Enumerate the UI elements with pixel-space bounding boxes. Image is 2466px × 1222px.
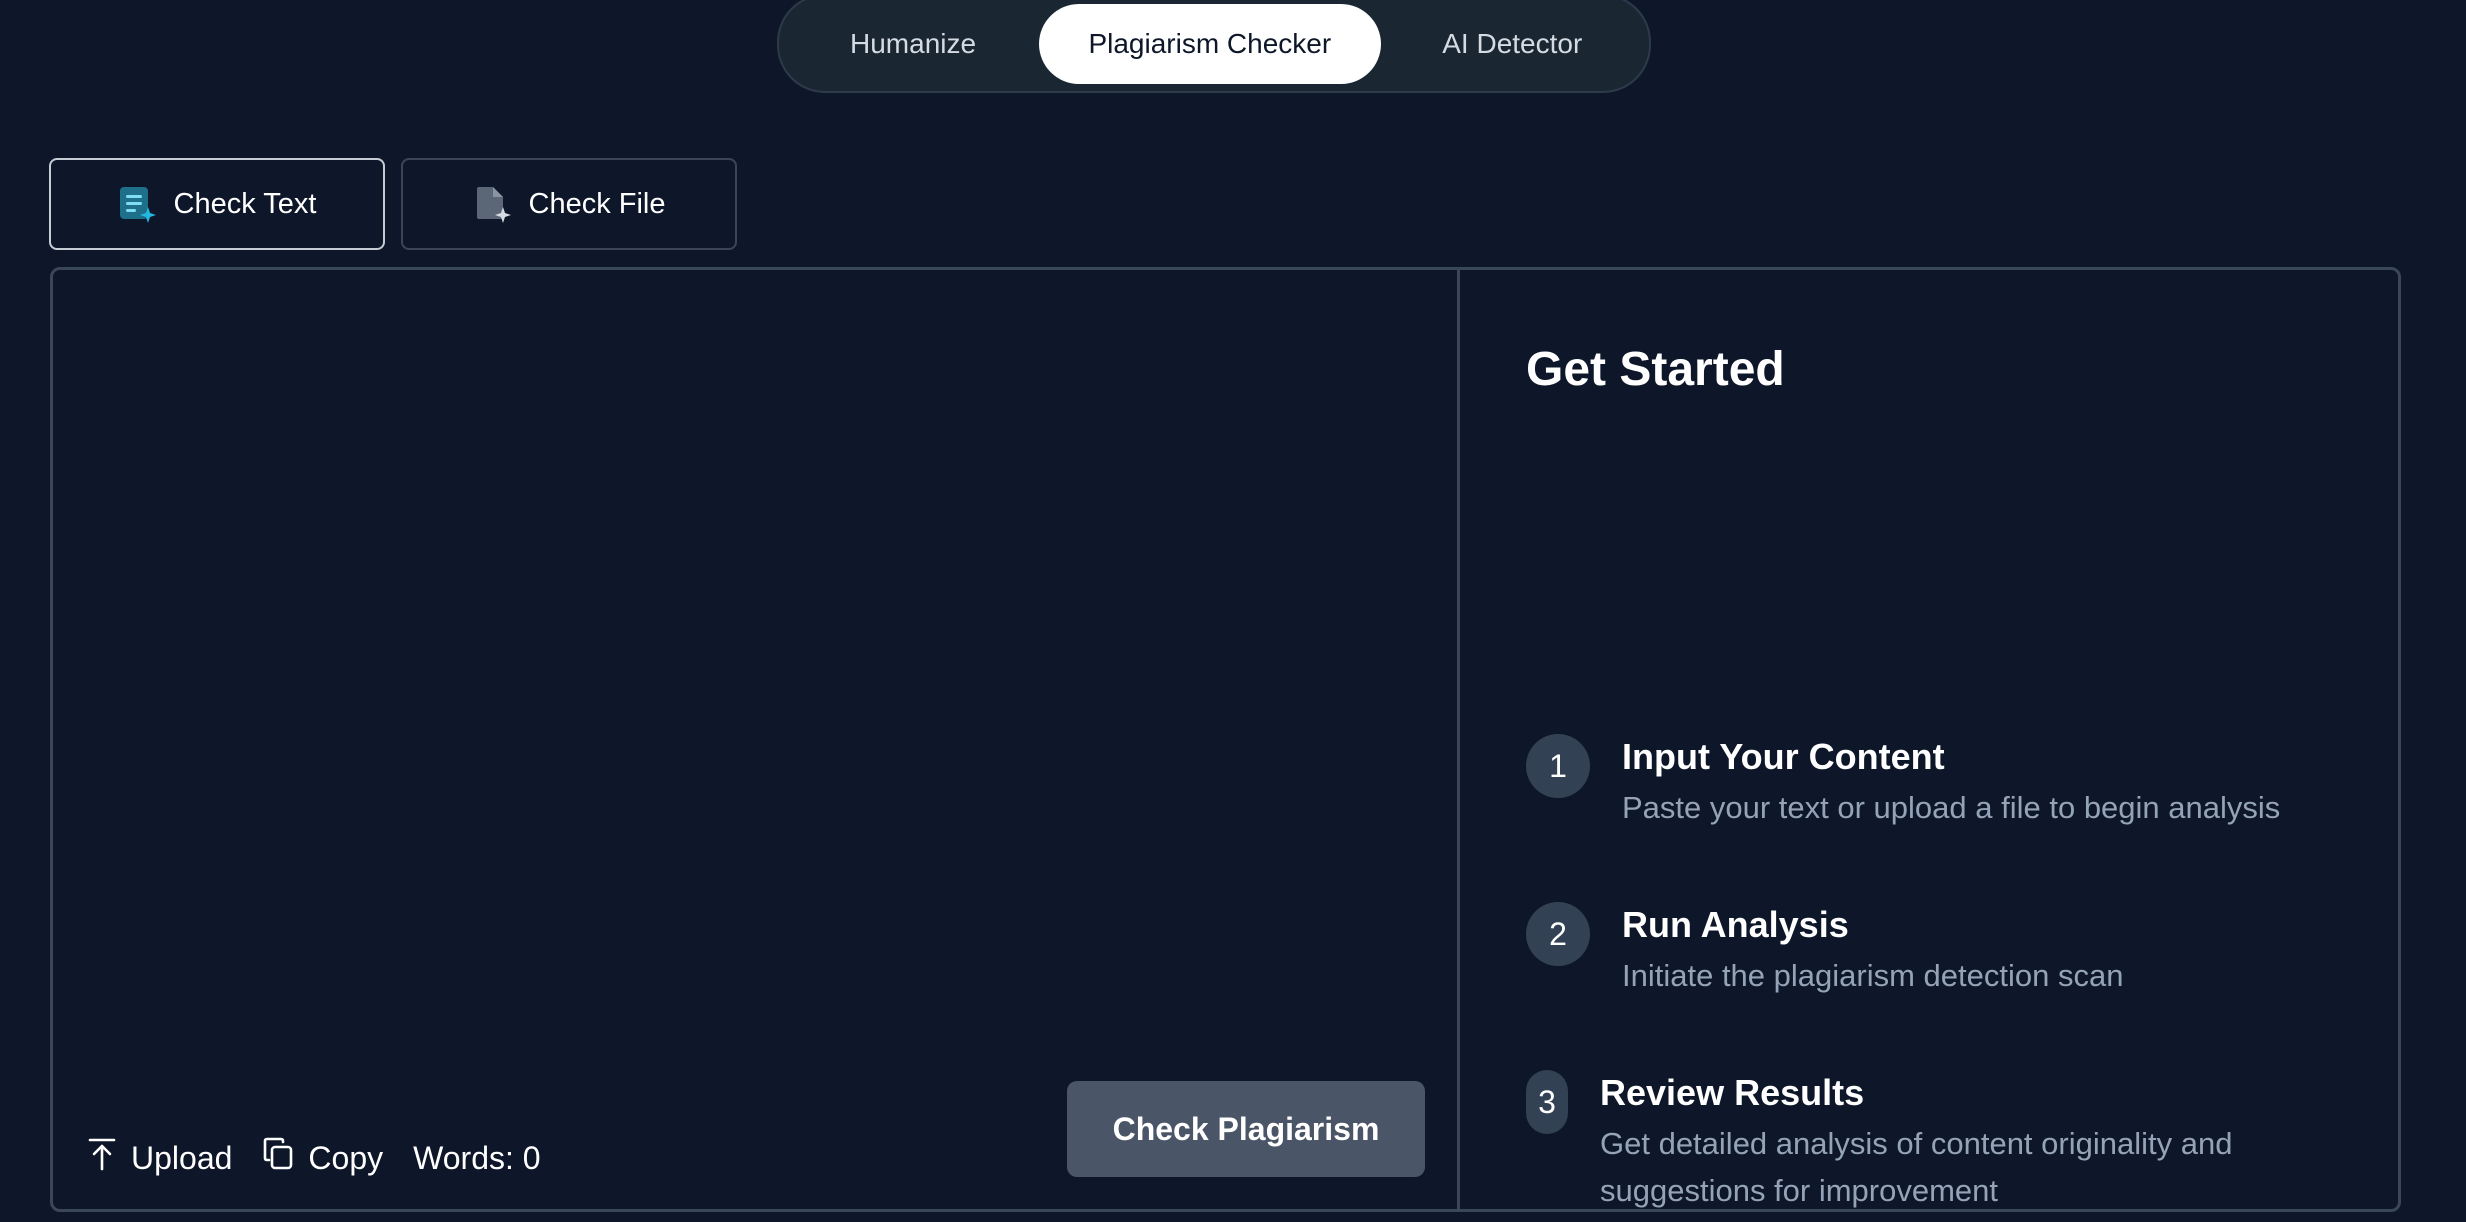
tab-humanize[interactable]: Humanize <box>794 4 1032 84</box>
get-started-title: Get Started <box>1526 343 1785 396</box>
check-file-label: Check File <box>528 187 666 220</box>
main-panel: Upload Copy Words: 0 Check Plagiarism Ge… <box>50 267 2401 1212</box>
document-sparkle-icon <box>118 185 156 223</box>
step-description: Get detailed analysis of content origina… <box>1600 1126 2233 1208</box>
step-number-badge: 2 <box>1526 902 1590 966</box>
step-number-badge: 1 <box>1526 734 1590 798</box>
tab-ai-detector[interactable]: AI Detector <box>1381 4 1644 84</box>
word-count: Words: 0 <box>413 1139 541 1176</box>
copy-label: Copy <box>308 1139 384 1176</box>
editor-toolbar: Upload Copy Words: 0 <box>87 1137 541 1179</box>
step-number-badge: 3 <box>1526 1070 1568 1134</box>
file-sparkle-icon <box>473 185 511 223</box>
step-title: Review Results <box>1600 1072 1865 1113</box>
step-item: 2 Run Analysis Initiate the plagiarism d… <box>1526 902 2123 999</box>
check-text-button[interactable]: Check Text <box>49 158 385 250</box>
step-title: Input Your Content <box>1622 736 1945 777</box>
check-plagiarism-button[interactable]: Check Plagiarism <box>1067 1081 1425 1177</box>
step-item: 3 Review Results Get detailed analysis o… <box>1526 1070 2360 1209</box>
check-text-label: Check Text <box>173 187 317 220</box>
text-input[interactable] <box>83 300 1427 1079</box>
step-title: Run Analysis <box>1622 904 1849 945</box>
copy-button[interactable]: Copy <box>262 1137 383 1179</box>
upload-button[interactable]: Upload <box>87 1137 232 1179</box>
tool-tab-bar: Humanize Plagiarism Checker AI Detector <box>777 0 1651 93</box>
plagiarism-checker-page: Humanize Plagiarism Checker AI Detector … <box>0 0 2466 1222</box>
upload-icon <box>87 1137 117 1179</box>
text-editor-pane: Upload Copy Words: 0 Check Plagiarism <box>53 270 1460 1209</box>
copy-icon <box>262 1137 294 1179</box>
upload-label: Upload <box>131 1139 233 1176</box>
tab-plagiarism-checker[interactable]: Plagiarism Checker <box>1039 3 1381 84</box>
get-started-pane: Get Started 1 Input Your Content Paste y… <box>1463 270 2398 1209</box>
step-description: Paste your text or upload a file to begi… <box>1622 790 2281 825</box>
step-item: 1 Input Your Content Paste your text or … <box>1526 734 2280 831</box>
step-description: Initiate the plagiarism detection scan <box>1622 958 2124 993</box>
check-file-button[interactable]: Check File <box>401 158 737 250</box>
